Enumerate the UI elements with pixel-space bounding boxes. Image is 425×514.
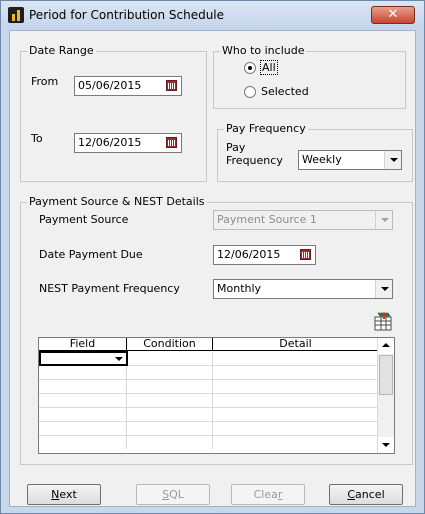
radio-selected-button[interactable] xyxy=(244,86,256,98)
grid-cell-detail[interactable] xyxy=(213,380,379,393)
grid-cell-field[interactable] xyxy=(39,422,127,435)
title-bar[interactable]: Period for Contribution Schedule ✕ xyxy=(1,1,424,29)
dialog-body: Date Range From 05/06/2015 To 12/06/2015… xyxy=(9,30,416,507)
grid-cell-detail[interactable] xyxy=(213,366,379,379)
to-date-value: 12/06/2015 xyxy=(78,136,142,149)
sql-button[interactable]: SQL xyxy=(136,484,210,505)
grid-cell-field[interactable] xyxy=(39,380,127,393)
scroll-down-icon[interactable] xyxy=(378,437,394,453)
criteria-grid[interactable]: Field Condition Detail xyxy=(38,337,395,454)
grid-header-detail[interactable]: Detail xyxy=(213,338,379,351)
grid-cell-condition[interactable] xyxy=(127,380,213,393)
grid-cell-detail[interactable] xyxy=(213,352,379,365)
radio-selected-label: Selected xyxy=(261,85,309,98)
cancel-button[interactable]: Cancel xyxy=(329,484,403,505)
pay-frequency-select[interactable]: Weekly xyxy=(298,150,402,170)
sql-label-rest: QL xyxy=(169,488,184,501)
table-row[interactable] xyxy=(39,436,379,450)
calendar-icon[interactable] xyxy=(166,80,177,91)
table-row[interactable] xyxy=(39,394,379,408)
cancel-mnemonic: C xyxy=(347,488,356,501)
from-date-field[interactable]: 05/06/2015 xyxy=(74,76,182,96)
table-row[interactable] xyxy=(39,380,379,394)
scrollbar-thumb[interactable] xyxy=(379,355,393,395)
close-icon: ✕ xyxy=(387,7,399,22)
payment-nest-group: Payment Source & NEST Details Payment So… xyxy=(20,195,413,465)
grid-cell-detail[interactable] xyxy=(213,408,379,421)
chevron-down-icon[interactable] xyxy=(115,357,123,361)
grid-cell-condition[interactable] xyxy=(127,422,213,435)
next-label-rest: ext xyxy=(59,488,77,501)
clear-mnemonic: r xyxy=(277,488,283,501)
grid-cell-detail[interactable] xyxy=(213,436,379,449)
calendar-icon[interactable] xyxy=(300,249,311,260)
clear-label-prefix: Clea xyxy=(253,488,278,501)
pay-frequency-group: Pay Frequency Pay Frequency Weekly xyxy=(217,122,413,182)
to-label: To xyxy=(31,132,43,145)
pay-frequency-label-line1: Pay xyxy=(226,141,246,154)
grid-cell-field[interactable] xyxy=(39,366,127,379)
date-payment-due-value: 12/06/2015 xyxy=(217,248,281,261)
payment-source-label: Payment Source xyxy=(39,213,129,226)
date-payment-due-field[interactable]: 12/06/2015 xyxy=(213,245,316,265)
pay-frequency-value: Weekly xyxy=(302,153,342,166)
grid-cell-field[interactable] xyxy=(39,408,127,421)
grid-cell-field[interactable] xyxy=(39,394,127,407)
table-row[interactable] xyxy=(39,422,379,436)
nest-payment-frequency-select[interactable]: Monthly xyxy=(213,279,393,299)
scroll-up-icon[interactable] xyxy=(378,338,394,354)
radio-all-label: All xyxy=(260,60,278,75)
chevron-down-icon[interactable] xyxy=(375,211,392,229)
date-range-group: Date Range From 05/06/2015 To 12/06/2015 xyxy=(20,44,207,182)
next-button[interactable]: Next xyxy=(27,484,101,505)
pay-frequency-label-line2: Frequency xyxy=(226,154,283,167)
table-row[interactable] xyxy=(39,408,379,422)
grid-cell-detail[interactable] xyxy=(213,394,379,407)
radio-all-button[interactable] xyxy=(244,62,256,74)
from-date-value: 05/06/2015 xyxy=(78,79,142,92)
pay-frequency-legend: Pay Frequency xyxy=(224,122,308,135)
grid-vertical-scrollbar[interactable] xyxy=(377,338,394,453)
payment-source-select[interactable]: Payment Source 1 xyxy=(213,210,393,230)
grid-header-field[interactable]: Field xyxy=(39,338,127,351)
date-range-legend: Date Range xyxy=(27,44,96,57)
table-row[interactable] xyxy=(39,351,379,366)
grid-cell-condition[interactable] xyxy=(127,408,213,421)
from-label: From xyxy=(31,75,59,88)
clear-button[interactable]: Clear xyxy=(231,484,305,505)
date-payment-due-label: Date Payment Due xyxy=(39,248,143,261)
to-date-field[interactable]: 12/06/2015 xyxy=(74,133,182,153)
calendar-icon[interactable] xyxy=(166,137,177,148)
who-to-include-group: Who to include All Selected xyxy=(213,44,406,109)
grid-cell-condition[interactable] xyxy=(127,436,213,449)
nest-payment-frequency-value: Monthly xyxy=(217,282,262,295)
chevron-down-icon[interactable] xyxy=(384,151,401,169)
dialog-window: Period for Contribution Schedule ✕ Date … xyxy=(0,0,425,514)
payment-nest-legend: Payment Source & NEST Details xyxy=(27,195,207,208)
nest-payment-frequency-label: NEST Payment Frequency xyxy=(39,282,180,295)
window-title: Period for Contribution Schedule xyxy=(29,8,225,22)
grid-cell-field-active[interactable] xyxy=(39,351,128,366)
export-grid-icon[interactable] xyxy=(374,311,394,331)
chevron-down-icon[interactable] xyxy=(375,280,392,298)
cancel-label-rest: ancel xyxy=(355,488,385,501)
grid-cell-detail[interactable] xyxy=(213,422,379,435)
payment-source-value: Payment Source 1 xyxy=(217,213,317,226)
who-to-include-legend: Who to include xyxy=(220,44,307,57)
app-chart-icon xyxy=(8,7,24,23)
grid-cell-condition[interactable] xyxy=(127,366,213,379)
grid-cell-field[interactable] xyxy=(39,436,127,449)
table-row[interactable] xyxy=(39,366,379,380)
close-button[interactable]: ✕ xyxy=(371,6,415,24)
grid-cell-condition[interactable] xyxy=(127,352,213,365)
grid-cell-condition[interactable] xyxy=(127,394,213,407)
grid-header-condition[interactable]: Condition xyxy=(127,338,213,351)
